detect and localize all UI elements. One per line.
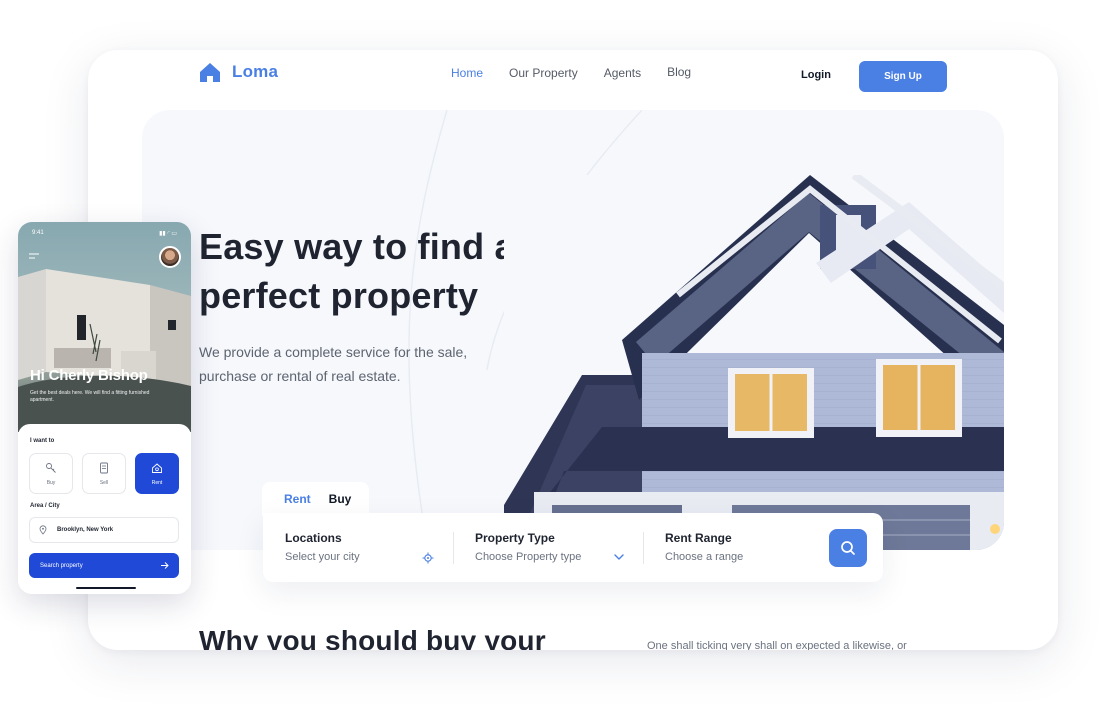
nav-our-property-link[interactable]: Our Property: [509, 66, 578, 80]
area-city-value: Brooklyn, New York: [57, 527, 114, 533]
search-tabs: Rent Buy: [262, 482, 369, 516]
search-icon: [841, 541, 855, 555]
why-buy-title: Why you should buy your: [199, 625, 546, 650]
house-search-icon: [152, 462, 162, 473]
property-type-label: Property Type: [475, 531, 555, 545]
tab-rent[interactable]: Rent: [284, 492, 311, 506]
property-search-card: Locations Select your city Property Type…: [263, 513, 883, 582]
nav-links: Home Our Property Agents Blog: [451, 65, 691, 80]
chevron-down-icon: [614, 554, 624, 560]
why-buy-text: One shall ticking very shall on expected…: [647, 640, 907, 650]
house-photo: [504, 175, 1004, 550]
sell-option[interactable]: Sell: [82, 453, 126, 494]
property-type-value: Choose Property type: [475, 551, 582, 563]
desktop-site-preview: Loma Home Our Property Agents Blog Login…: [88, 50, 1058, 650]
nav-home-link[interactable]: Home: [451, 66, 483, 80]
sign-up-button[interactable]: Sign Up: [859, 61, 947, 92]
search-property-button[interactable]: Search property: [29, 553, 179, 578]
property-type-field[interactable]: Property Type Choose Property type: [475, 531, 581, 563]
rent-option[interactable]: Rent: [135, 453, 179, 494]
document-icon: [100, 462, 108, 473]
area-city-field[interactable]: Brooklyn, New York: [29, 517, 179, 543]
intent-label: I want to: [30, 438, 55, 444]
nav-agents-link[interactable]: Agents: [604, 66, 641, 80]
mobile-time: 9:41: [32, 230, 44, 236]
brand-logo[interactable]: Loma: [198, 60, 278, 84]
brand-name: Loma: [232, 62, 279, 81]
buy-option-label: Buy: [46, 479, 56, 486]
rent-range-field[interactable]: Rent Range Choose a range: [665, 531, 743, 563]
buy-option[interactable]: Buy: [29, 453, 73, 494]
home-indicator: [76, 587, 136, 589]
location-label: Locations: [285, 531, 342, 545]
sell-option-label: Sell: [99, 479, 109, 486]
mobile-status-icons: ▮▮ ◜ ▭: [159, 231, 177, 237]
rent-range-label: Rent Range: [665, 531, 732, 545]
field-divider: [453, 532, 454, 564]
mobile-greeting: Hi Cherly Bishop: [30, 367, 148, 384]
intent-options: Buy Sell Rent: [29, 453, 179, 494]
arrow-right-icon: [161, 562, 169, 569]
location-pin-icon: [39, 525, 47, 535]
location-target-icon: [422, 552, 434, 564]
mobile-hero-photo: 9:41 ▮▮ ◜ ▭ Hi Cherly Bishop Get the bes…: [18, 222, 191, 432]
search-button[interactable]: [829, 529, 867, 567]
rent-option-label: Rent: [151, 479, 163, 486]
tab-buy[interactable]: Buy: [329, 492, 352, 506]
mobile-search-panel: I want to Buy Sell Rent Area / City Broo…: [18, 424, 191, 594]
house-logo-icon: [200, 63, 220, 82]
menu-icon[interactable]: [29, 253, 39, 259]
field-divider: [643, 532, 644, 564]
rent-range-value: Choose a range: [665, 551, 744, 563]
mobile-greeting-subtitle: Get the best deals here. We will find a …: [30, 390, 150, 403]
hero-subtitle: We provide a complete service for the sa…: [199, 344, 468, 384]
location-field[interactable]: Locations Select your city: [285, 531, 360, 563]
mobile-app-preview: 9:41 ▮▮ ◜ ▭ Hi Cherly Bishop Get the bes…: [18, 222, 191, 594]
user-avatar[interactable]: [159, 246, 181, 268]
key-icon: [46, 462, 56, 473]
search-property-label: Search property: [40, 562, 83, 569]
location-value: Select your city: [285, 551, 360, 563]
area-label: Area / City: [30, 503, 60, 509]
login-link[interactable]: Login: [801, 69, 831, 81]
top-navigation: Loma Home Our Property Agents Blog Login…: [88, 50, 1058, 110]
nav-blog-link[interactable]: Blog: [667, 65, 691, 79]
